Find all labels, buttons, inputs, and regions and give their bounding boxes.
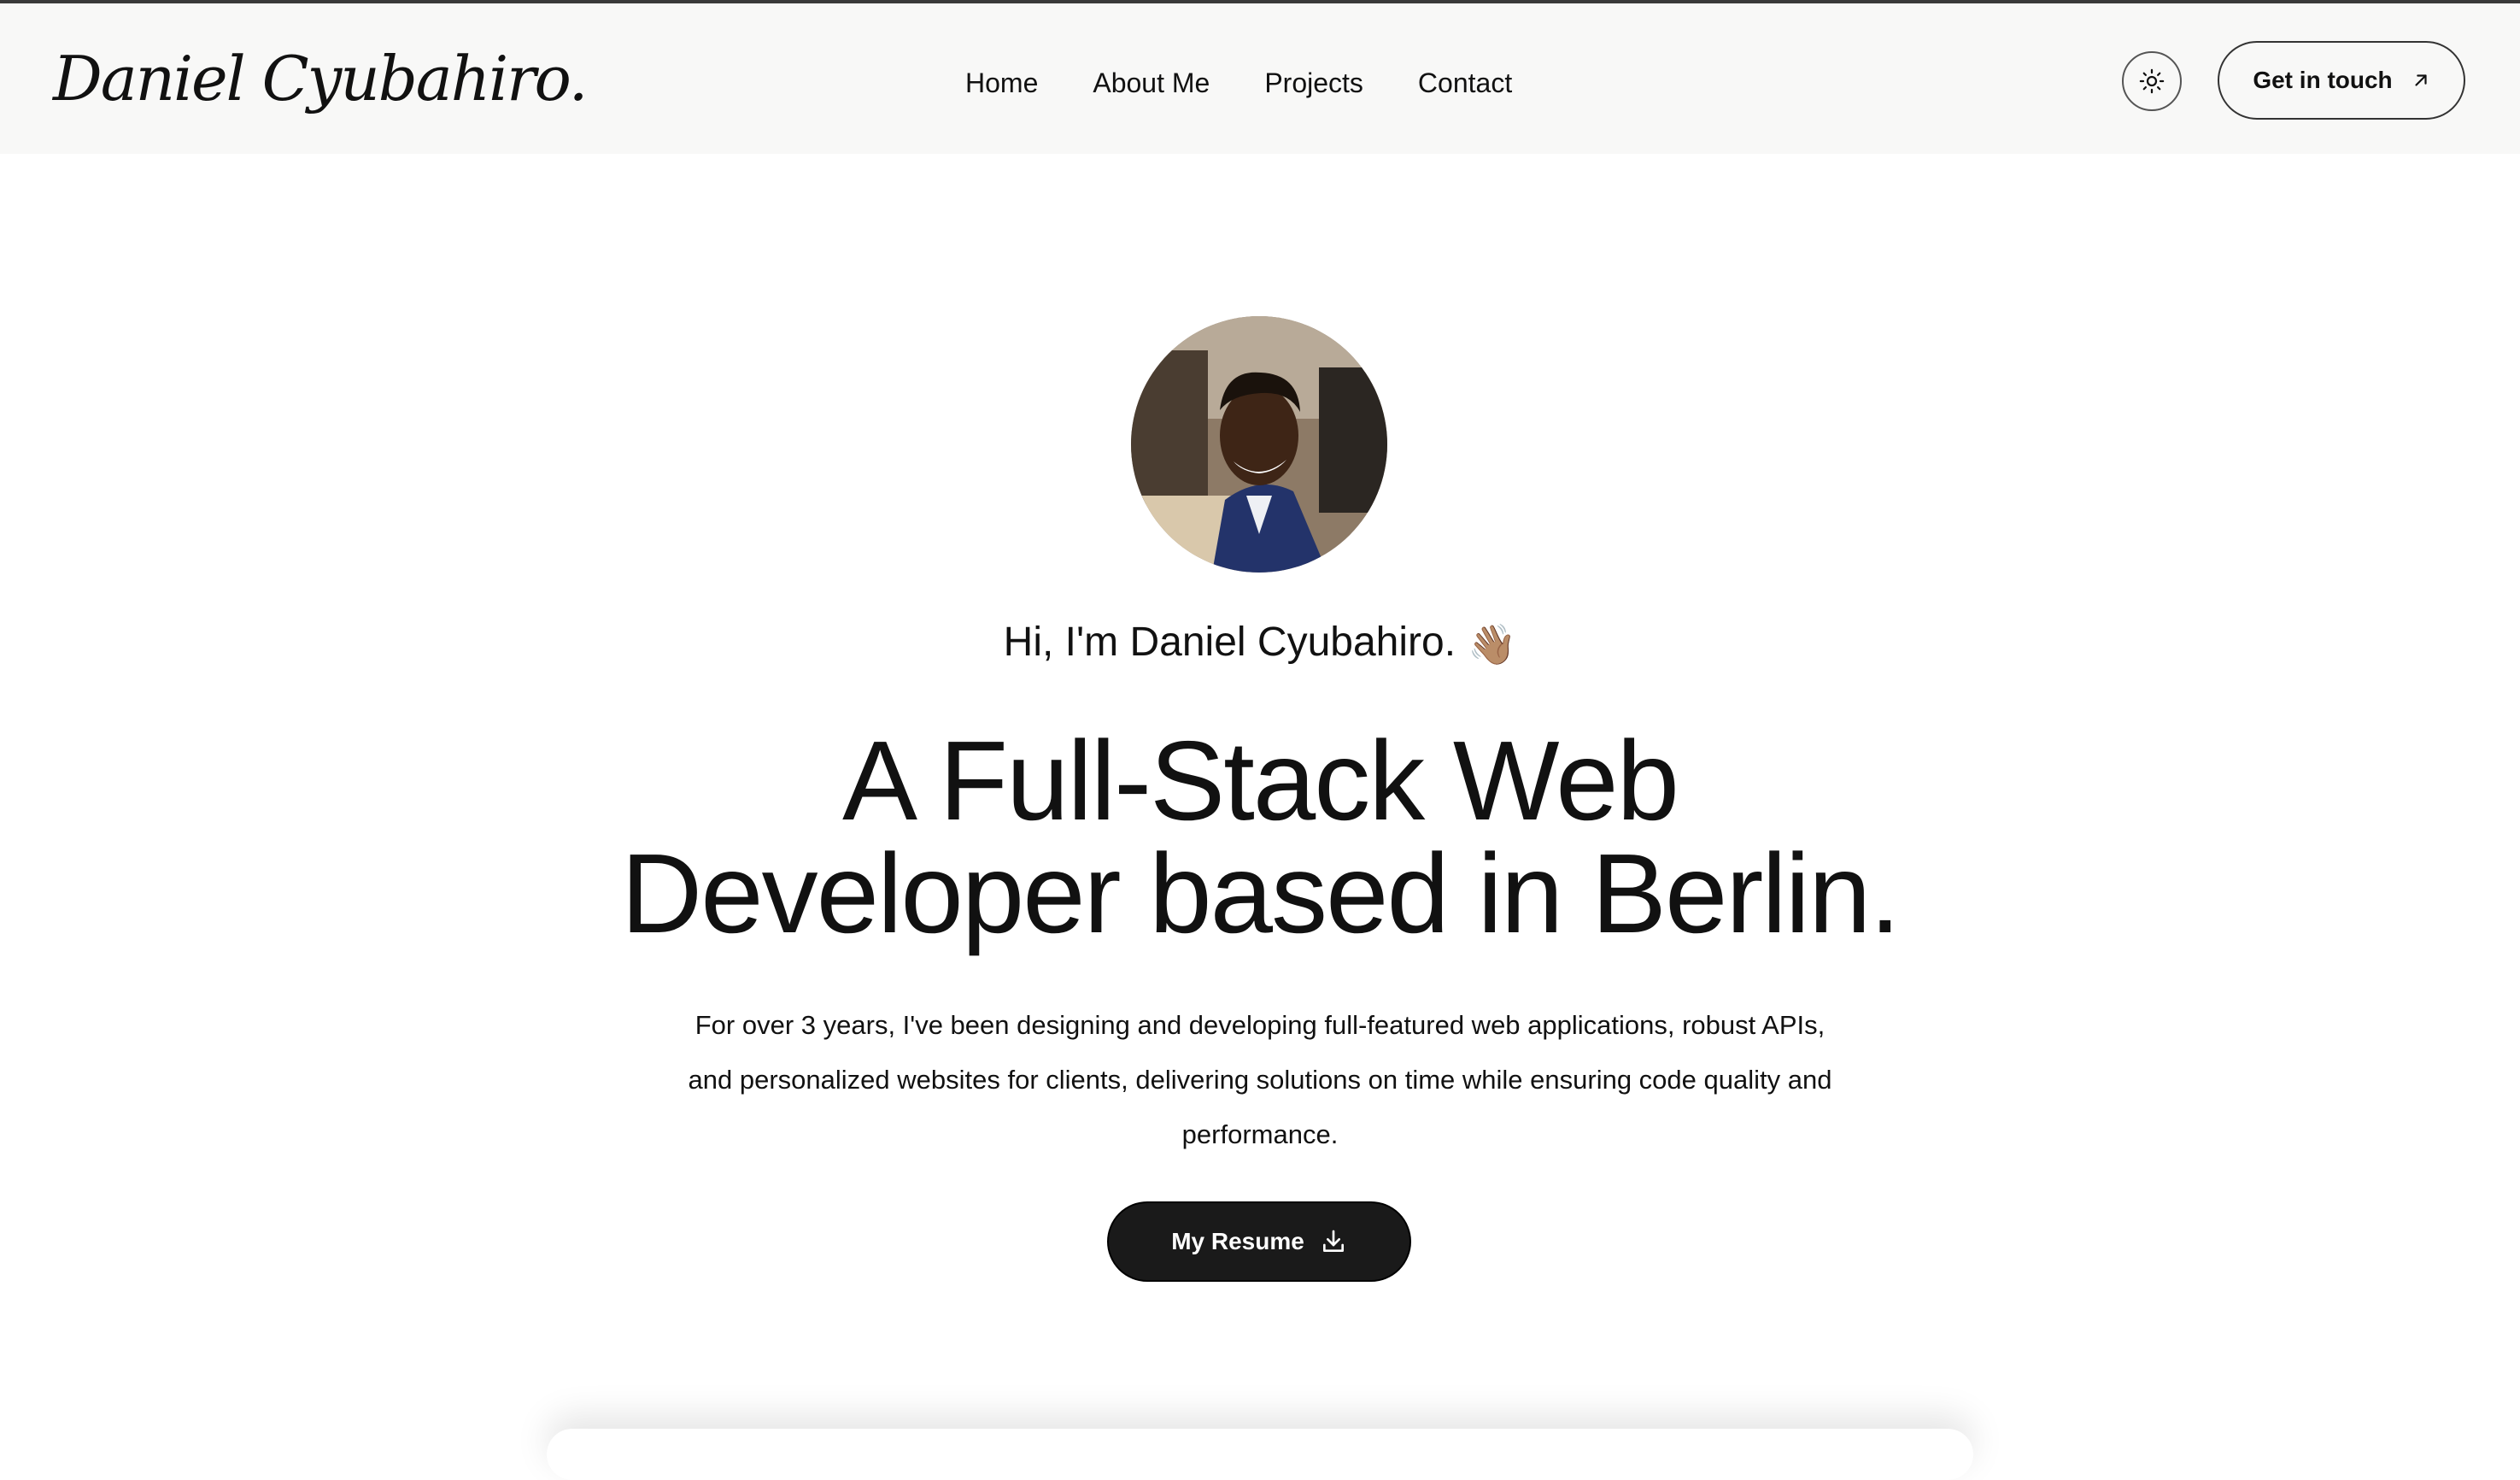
download-icon — [1322, 1230, 1344, 1252]
site-logo[interactable]: Daniel Cyubahiro. — [53, 27, 589, 130]
hero-headline: A Full-Stack Web Developer based in Berl… — [0, 725, 2520, 950]
next-section-card-edge — [547, 1429, 1973, 1480]
profile-avatar — [1131, 316, 1387, 573]
get-in-touch-label: Get in touch — [2253, 67, 2393, 93]
waving-hand-icon: 👋🏽 — [1468, 622, 1517, 667]
nav-home[interactable]: Home — [965, 53, 1038, 113]
nav-about-me[interactable]: About Me — [1093, 53, 1210, 113]
headline-line-1: A Full-Stack Web — [842, 718, 1679, 843]
headline-line-2: Developer based in Berlin. — [620, 831, 1901, 956]
theme-toggle-button[interactable] — [2122, 51, 2182, 111]
navbar: Daniel Cyubahiro. Home About Me Projects… — [0, 3, 2520, 154]
nav-projects[interactable]: Projects — [1264, 53, 1363, 113]
resume-button-label: My Resume — [1171, 1228, 1304, 1254]
sun-icon — [2139, 68, 2165, 94]
main-nav: Home About Me Projects Contact — [965, 53, 1512, 113]
profile-photo — [1131, 316, 1387, 573]
greeting-text: Hi, I'm Daniel Cyubahiro. — [1003, 620, 1456, 665]
hero-greeting: Hi, I'm Daniel Cyubahiro. 👋🏽 — [0, 608, 2520, 678]
resume-download-button[interactable]: My Resume — [1107, 1201, 1411, 1282]
hero-intro: For over 3 years, I've been designing an… — [688, 1010, 1832, 1149]
get-in-touch-button[interactable]: Get in touch — [2218, 41, 2465, 120]
nav-contact[interactable]: Contact — [1418, 53, 1512, 113]
arrow-up-right-icon — [2415, 74, 2427, 86]
